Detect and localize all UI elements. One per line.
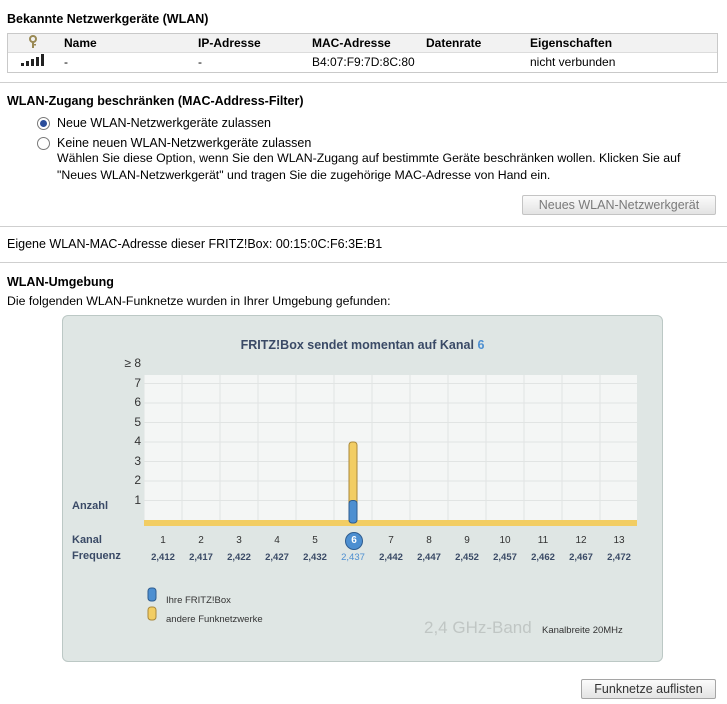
key-icon	[27, 35, 39, 52]
channel-chart-panel: FRITZ!Box sendet momentan auf Kanal 6 ≥ …	[62, 315, 663, 662]
plot-svg	[144, 375, 637, 526]
channel-label: 8	[426, 535, 432, 546]
radio-allow-new-label[interactable]: Neue WLAN-Netzwerkgeräte zulassen	[57, 116, 271, 130]
environment-intro: Die folgenden WLAN-Funknetze wurden in I…	[7, 294, 391, 308]
channel-label: 4	[274, 535, 280, 546]
channel-label: 13	[613, 535, 625, 546]
radio-block-new[interactable]	[37, 137, 50, 150]
frequency-label: 2,412	[151, 552, 175, 563]
environment-title: WLAN-Umgebung	[7, 275, 114, 289]
y-tick-label: 2	[134, 473, 141, 487]
chart-title: FRITZ!Box sendet momentan auf Kanal 6	[63, 338, 662, 352]
y-tick-label: 6	[134, 395, 141, 409]
channel-label: 11	[537, 535, 549, 546]
bar-fritzbox	[348, 500, 358, 524]
table-header: Name IP-Adresse MAC-Adresse Datenrate Ei…	[8, 34, 717, 53]
signal-strength-icon	[21, 54, 47, 69]
option-description: Wählen Sie diese Option, wenn Sie den WL…	[57, 151, 681, 182]
plot-area	[144, 375, 637, 526]
y-tick-label: 3	[134, 453, 141, 468]
col-props: Eigenschaften	[530, 36, 613, 50]
channel-label: 10	[499, 535, 511, 546]
mac-filter-title: WLAN-Zugang beschränken (MAC-Address-Fil…	[7, 94, 304, 108]
channel-label-current: 6	[345, 532, 363, 550]
new-device-button[interactable]: Neues WLAN-Netzwerkgerät	[522, 195, 716, 215]
baseline-band	[144, 520, 637, 526]
radio-allow-new[interactable]	[37, 117, 50, 130]
frequency-label: 2,427	[265, 552, 289, 563]
fritzbox-legend-icon	[147, 587, 157, 606]
current-channel: 6	[477, 338, 485, 352]
y-tick-label: 1	[134, 492, 141, 507]
channel-label: 12	[575, 535, 587, 546]
channel-label: 2	[198, 535, 204, 546]
frequency-label: 2,462	[531, 552, 555, 563]
radio-block-new-label[interactable]: Keine neuen WLAN-Netzwerkgeräte zulassen	[57, 136, 311, 150]
frequency-label: 2,467	[569, 552, 593, 563]
legend-fritzbox: Ihre FRITZ!Box	[166, 595, 231, 606]
list-networks-button[interactable]: Funknetze auflisten	[581, 679, 716, 699]
channel-label: 5	[312, 535, 318, 546]
frequency-label: 2,447	[417, 552, 441, 563]
y-tick-label: 5	[134, 414, 141, 429]
y-tick-label: ≥ 8	[124, 356, 141, 370]
divider	[0, 226, 727, 227]
frequency-row-label: Frequenz	[72, 550, 121, 562]
frequency-label: 2,457	[493, 552, 517, 563]
frequency-label: 2,437	[341, 552, 365, 563]
device-ip: -	[198, 55, 202, 69]
device-mac: B4:07:F9:7D:8C:80	[312, 55, 415, 69]
band-label: 2,4 GHz-Band	[424, 618, 532, 637]
device-name: -	[64, 55, 68, 69]
col-mac: MAC-Adresse	[312, 36, 391, 50]
channel-label: 7	[388, 535, 394, 546]
own-mac-address: Eigene WLAN-MAC-Adresse dieser FRITZ!Box…	[7, 237, 383, 251]
legend-other-networks: andere Funknetzwerke	[166, 614, 263, 625]
known-devices-table: Name IP-Adresse MAC-Adresse Datenrate Ei…	[7, 33, 718, 73]
y-tick-label: 4	[134, 434, 141, 448]
chart-title-text: FRITZ!Box sendet momentan auf Kanal	[240, 338, 474, 352]
frequency-label: 2,442	[379, 552, 403, 563]
frequency-label: 2,417	[189, 552, 213, 563]
y-axis-label: Anzahl	[72, 500, 109, 512]
known-devices-title: Bekannte Netzwerkgeräte (WLAN)	[7, 12, 209, 26]
col-ip: IP-Adresse	[198, 36, 261, 50]
divider	[0, 82, 727, 83]
col-rate: Datenrate	[426, 36, 482, 50]
channel-label: 9	[464, 535, 470, 546]
frequency-label: 2,452	[455, 552, 479, 563]
col-name: Name	[64, 36, 97, 50]
divider	[0, 262, 727, 263]
channel-row-label: Kanal	[72, 534, 102, 546]
channel-label: 1	[160, 535, 166, 546]
other-networks-legend-icon	[147, 606, 157, 625]
channel-label: 3	[236, 535, 242, 546]
frequency-label: 2,432	[303, 552, 327, 563]
channel-width-label: Kanalbreite 20MHz	[542, 625, 623, 636]
y-tick-label: 7	[134, 375, 141, 390]
frequency-label: 2,422	[227, 552, 251, 563]
device-status: nicht verbunden	[530, 55, 616, 69]
frequency-label: 2,472	[607, 552, 631, 563]
